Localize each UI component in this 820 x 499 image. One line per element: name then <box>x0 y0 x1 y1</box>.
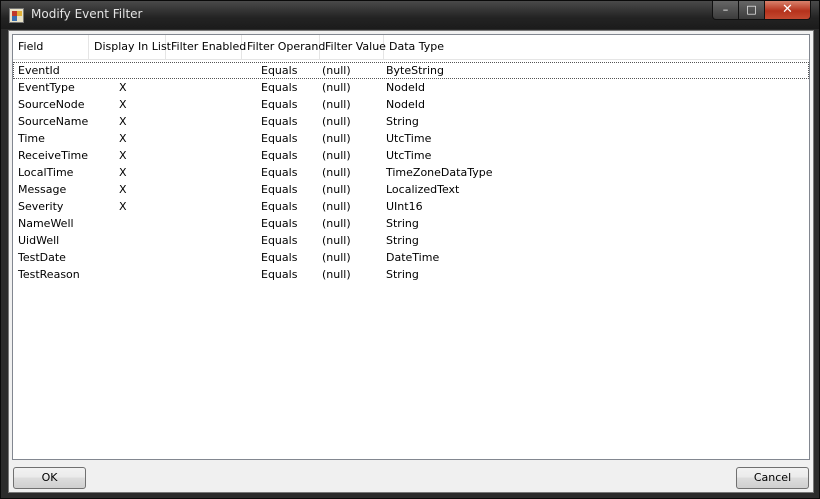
cell-type: LocalizedText <box>386 183 460 196</box>
cell-type: TimeZoneDataType <box>386 166 493 179</box>
column-header-filter-value[interactable]: Filter Value <box>320 35 386 59</box>
cell-display: X <box>119 200 127 213</box>
cell-operand: Equals <box>261 115 298 128</box>
cell-field: EventId <box>18 64 60 77</box>
cell-field: UidWell <box>18 234 60 247</box>
table-row[interactable]: Time X Equals (null) UtcTime <box>13 130 809 147</box>
table-row[interactable]: Severity X Equals (null) UInt16 <box>13 198 809 215</box>
cell-display: X <box>119 115 127 128</box>
cell-field: Message <box>18 183 67 196</box>
cell-operand: Equals <box>261 98 298 111</box>
cell-type: NodeId <box>386 81 425 94</box>
table-row[interactable]: UidWell Equals (null) String <box>13 232 809 249</box>
cell-field: Time <box>18 132 45 145</box>
cell-operand: Equals <box>261 234 298 247</box>
cell-field: SourceNode <box>18 98 85 111</box>
cell-field: Severity <box>18 200 64 213</box>
cell-type: String <box>386 268 419 281</box>
cell-value: (null) <box>322 200 351 213</box>
cell-display: X <box>119 98 127 111</box>
cell-value: (null) <box>322 234 351 247</box>
cell-value: (null) <box>322 132 351 145</box>
cell-operand: Equals <box>261 251 298 264</box>
cell-field: ReceiveTime <box>18 149 88 162</box>
cell-field: EventType <box>18 81 75 94</box>
app-icon <box>9 8 24 23</box>
table-row[interactable]: NameWell Equals (null) String <box>13 215 809 232</box>
cell-type: ByteString <box>386 64 444 77</box>
window-title: Modify Event Filter <box>31 7 143 21</box>
table-row[interactable]: TestDate Equals (null) DateTime <box>13 249 809 266</box>
maximize-button[interactable]: □ <box>738 1 765 20</box>
cell-field: TestReason <box>18 268 80 281</box>
event-filter-list[interactable]: Field Display In List Filter Enabled Fil… <box>12 34 810 460</box>
cell-value: (null) <box>322 217 351 230</box>
table-row[interactable]: EventId Equals (null) ByteString <box>13 62 809 79</box>
cancel-button[interactable]: Cancel <box>736 467 809 489</box>
column-header-data-type[interactable]: Data Type <box>384 35 809 59</box>
cell-value: (null) <box>322 81 351 94</box>
table-row[interactable]: ReceiveTime X Equals (null) UtcTime <box>13 147 809 164</box>
column-header-display-in-list[interactable]: Display In List <box>89 35 171 59</box>
cell-type: String <box>386 115 419 128</box>
cell-operand: Equals <box>261 132 298 145</box>
cell-display: X <box>119 183 127 196</box>
title-bar[interactable]: Modify Event Filter – □ ✕ <box>1 1 819 29</box>
cell-type: NodeId <box>386 98 425 111</box>
cell-type: UtcTime <box>386 132 432 145</box>
cell-value: (null) <box>322 98 351 111</box>
column-header-filter-operand[interactable]: Filter Operand <box>242 35 325 59</box>
dialog-client-area: Field Display In List Filter Enabled Fil… <box>8 30 814 493</box>
cell-operand: Equals <box>261 64 298 77</box>
cell-operand: Equals <box>261 268 298 281</box>
cell-display: X <box>119 149 127 162</box>
cell-value: (null) <box>322 268 351 281</box>
cell-value: (null) <box>322 251 351 264</box>
close-button[interactable]: ✕ <box>764 1 811 20</box>
cell-value: (null) <box>322 115 351 128</box>
cell-field: SourceName <box>18 115 89 128</box>
cell-field: TestDate <box>18 251 66 264</box>
cell-type: DateTime <box>386 251 440 264</box>
column-header-filter-enabled[interactable]: Filter Enabled <box>166 35 246 59</box>
minimize-button[interactable]: – <box>712 1 739 20</box>
table-row[interactable]: TestReason Equals (null) String <box>13 266 809 283</box>
cell-value: (null) <box>322 64 351 77</box>
cell-type: UtcTime <box>386 149 432 162</box>
table-row[interactable]: EventType X Equals (null) NodeId <box>13 79 809 96</box>
cell-field: LocalTime <box>18 166 74 179</box>
cell-value: (null) <box>322 183 351 196</box>
list-header: Field Display In List Filter Enabled Fil… <box>13 35 809 60</box>
cell-value: (null) <box>322 149 351 162</box>
table-row[interactable]: SourceName X Equals (null) String <box>13 113 809 130</box>
ok-button[interactable]: OK <box>13 467 86 489</box>
table-row[interactable]: Message X Equals (null) LocalizedText <box>13 181 809 198</box>
cell-operand: Equals <box>261 166 298 179</box>
cell-operand: Equals <box>261 81 298 94</box>
cell-operand: Equals <box>261 183 298 196</box>
cell-operand: Equals <box>261 200 298 213</box>
cell-field: NameWell <box>18 217 74 230</box>
cell-display: X <box>119 81 127 94</box>
cell-value: (null) <box>322 166 351 179</box>
cell-type: String <box>386 217 419 230</box>
cell-display: X <box>119 166 127 179</box>
table-row[interactable]: LocalTime X Equals (null) TimeZoneDataType <box>13 164 809 181</box>
cell-operand: Equals <box>261 217 298 230</box>
table-row[interactable]: SourceNode X Equals (null) NodeId <box>13 96 809 113</box>
cell-operand: Equals <box>261 149 298 162</box>
cell-type: String <box>386 234 419 247</box>
column-header-field[interactable]: Field <box>13 35 89 59</box>
dialog-window: Modify Event Filter – □ ✕ Field Display … <box>0 0 820 499</box>
cell-type: UInt16 <box>386 200 423 213</box>
cell-display: X <box>119 132 127 145</box>
